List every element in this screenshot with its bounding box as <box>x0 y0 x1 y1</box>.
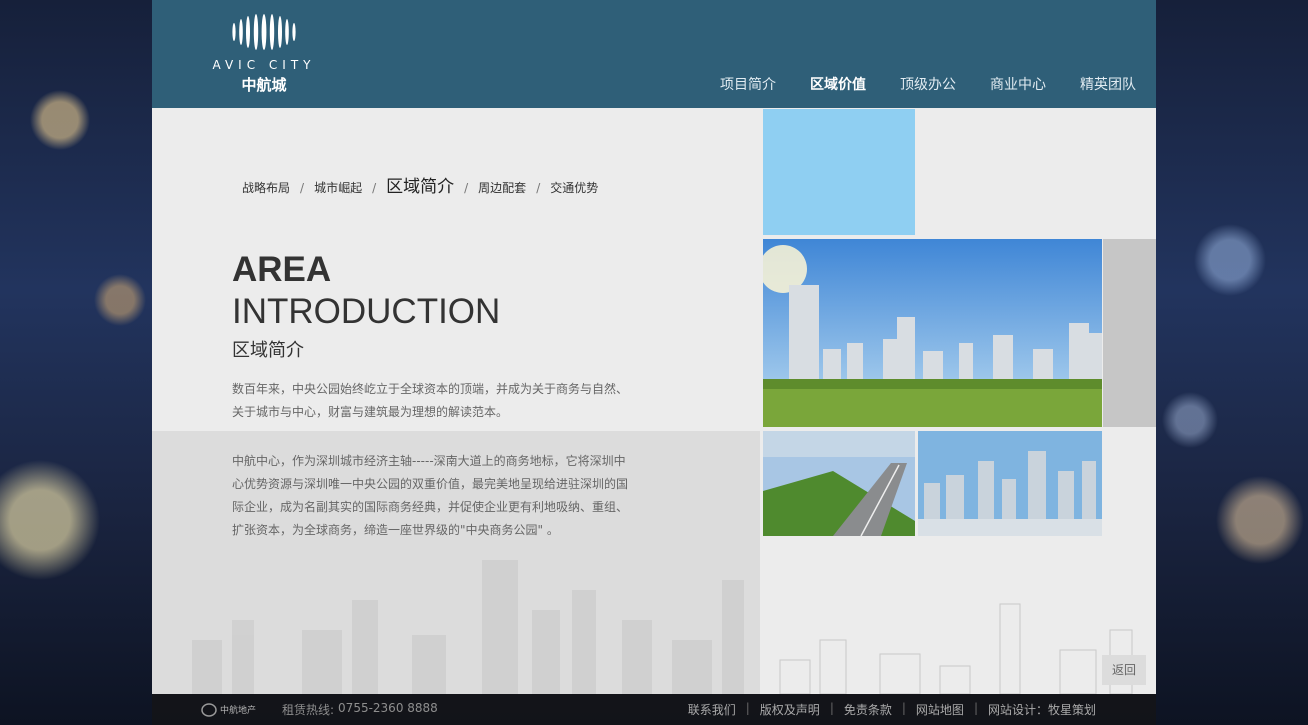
gray-block <box>1103 239 1156 427</box>
subnav-separator: / <box>464 181 469 195</box>
city-aerial-photo <box>918 431 1102 536</box>
logo-text-en: AVIC CITY <box>212 58 316 72</box>
page-container: AVIC CITY 中航城 项目简介 区域价值 顶级办公 商业中心 精英团队 战… <box>152 0 1156 694</box>
sub-nav: 战略布局 / 城市崛起 / 区域简介 / 周边配套 / 交通优势 <box>242 172 598 197</box>
hotline-number: 0755-2360 8888 <box>338 701 438 715</box>
footer-logo-text: 中航地产 <box>220 704 256 716</box>
subnav-item-area-intro[interactable]: 区域简介 <box>386 172 454 197</box>
skyline-lineart <box>779 603 1133 694</box>
logo[interactable]: AVIC CITY 中航城 <box>204 14 324 94</box>
city-skyline-photo <box>763 239 1102 427</box>
subnav-separator: / <box>300 181 305 195</box>
subnav-separator: / <box>536 181 541 195</box>
accent-block <box>763 109 915 235</box>
footer-separator: | <box>745 701 750 715</box>
footer-link-contact[interactable]: 联系我们 <box>688 701 736 718</box>
hotline-label: 租赁热线: <box>282 703 335 717</box>
logo-mark-icon <box>232 14 296 50</box>
footer-logo[interactable]: 中航地产 <box>200 700 272 720</box>
footer-link-design-credit[interactable]: 网站设计：牧星策划 <box>988 701 1096 718</box>
subnav-item-strategy[interactable]: 战略布局 <box>242 179 290 196</box>
nav-item-project-intro[interactable]: 项目简介 <box>720 74 776 94</box>
logo-text-cn: 中航城 <box>241 76 287 94</box>
footer-link-sitemap[interactable]: 网站地图 <box>916 701 964 718</box>
site-footer: 中航地产 租赁热线: 0755-2360 8888 联系我们 | 版权及声明 |… <box>152 694 1156 725</box>
heading-en-line2: INTRODUCTION <box>232 292 501 331</box>
footer-separator: | <box>829 701 834 715</box>
road-photo <box>763 431 915 536</box>
footer-link-copyright[interactable]: 版权及声明 <box>760 701 820 718</box>
main-nav: 项目简介 区域价值 顶级办公 商业中心 精英团队 <box>686 74 1136 94</box>
paragraph-intro: 数百年来，中央公园始终屹立于全球资本的顶端，并成为关于商务与自然、关于城市与中心… <box>232 382 629 419</box>
paragraph-detail: 中航中心，作为深圳城市经济主轴-----深南大道上的商务地标，它将深圳中心优势资… <box>232 454 629 537</box>
site-header: AVIC CITY 中航城 项目简介 区域价值 顶级办公 商业中心 精英团队 <box>152 0 1156 108</box>
footer-links: 联系我们 | 版权及声明 | 免责条款 | 网站地图 | 网站设计：牧星策划 <box>688 701 1096 718</box>
back-button[interactable]: 返回 <box>1102 655 1146 685</box>
nav-item-top-office[interactable]: 顶级办公 <box>900 74 956 94</box>
footer-separator: | <box>901 701 906 715</box>
nav-item-commercial-center[interactable]: 商业中心 <box>990 74 1046 94</box>
subnav-item-city-rise[interactable]: 城市崛起 <box>314 179 362 196</box>
subnav-separator: / <box>372 181 377 195</box>
footer-link-disclaimer[interactable]: 免责条款 <box>844 701 892 718</box>
nav-item-area-value[interactable]: 区域价值 <box>810 74 866 94</box>
heading-en-line1: AREA <box>232 250 332 289</box>
hotline: 租赁热线: 0755-2360 8888 <box>282 701 438 718</box>
subnav-item-facilities[interactable]: 周边配套 <box>478 179 526 196</box>
subnav-item-transport[interactable]: 交通优势 <box>550 179 598 196</box>
heading-cn: 区域简介 <box>232 340 304 361</box>
footer-separator: | <box>973 701 978 715</box>
nav-item-elite-team[interactable]: 精英团队 <box>1080 74 1136 94</box>
skyline-watermark <box>192 560 744 694</box>
